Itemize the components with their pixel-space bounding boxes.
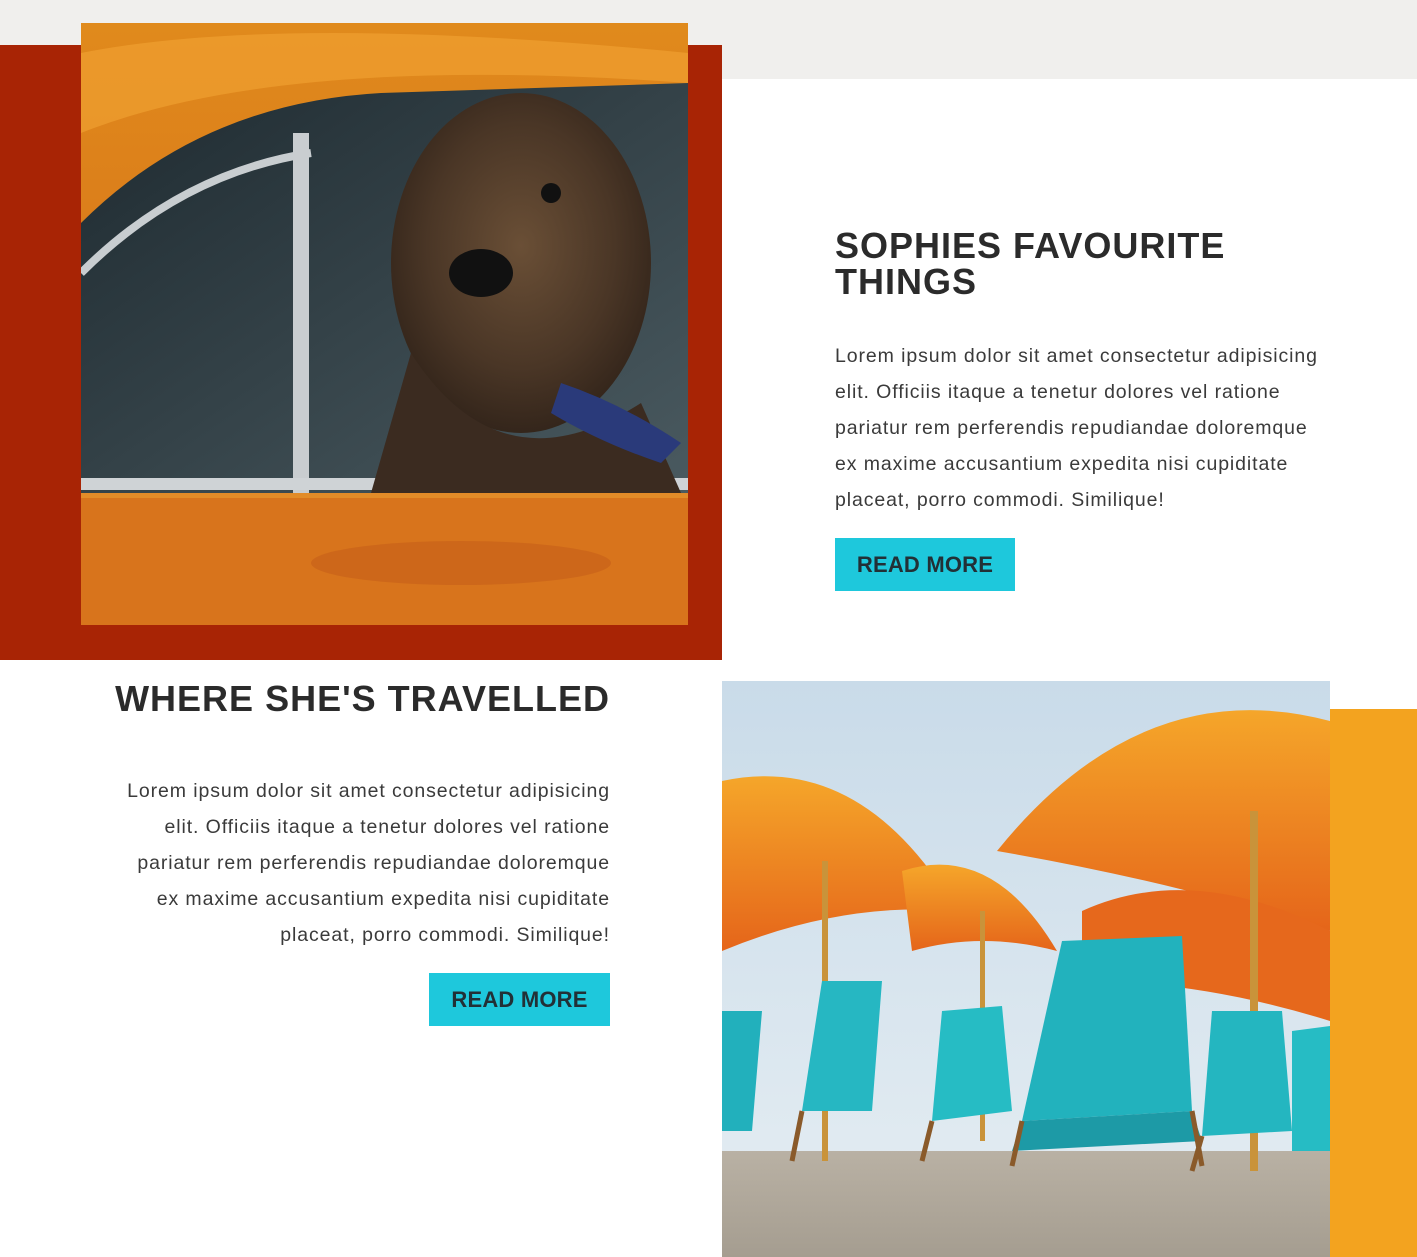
favourite-things-heading: SOPHIES FAVOURITE THINGS bbox=[835, 225, 1226, 302]
travelled-card: WHERE SHE'S TRAVELLED Lorem ipsum dolor … bbox=[110, 681, 610, 1026]
beach-photo bbox=[722, 681, 1330, 1257]
orange-accent-block bbox=[1330, 709, 1417, 1257]
travelled-heading: WHERE SHE'S TRAVELLED bbox=[115, 678, 610, 719]
travelled-body: Lorem ipsum dolor sit amet consectetur a… bbox=[127, 780, 610, 946]
favourite-things-card: SOPHIES FAVOURITE THINGS Lorem ipsum dol… bbox=[835, 228, 1335, 591]
favourite-things-read-more-button[interactable]: READ MORE bbox=[835, 538, 1015, 591]
favourite-things-body: Lorem ipsum dolor sit amet consectetur a… bbox=[835, 345, 1318, 511]
dog-photo bbox=[81, 23, 688, 625]
travelled-read-more-button[interactable]: READ MORE bbox=[429, 973, 610, 1026]
beach-photo-illustration bbox=[722, 681, 1330, 1257]
dog-photo-illustration bbox=[81, 23, 688, 625]
